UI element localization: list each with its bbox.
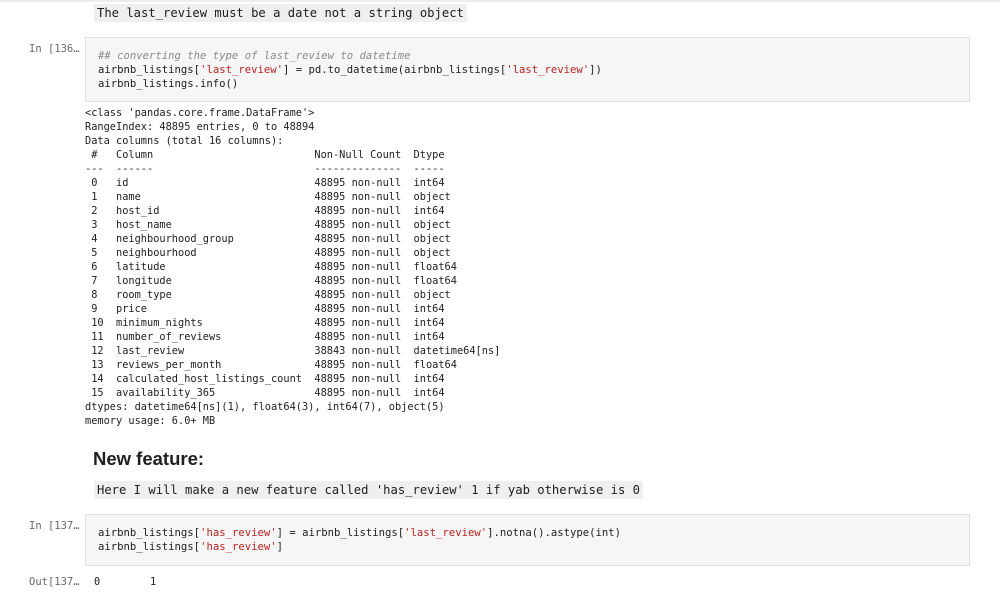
code-token: airbnb_listings.info() — [98, 78, 239, 90]
code-token: ] = airbnb_listings[ — [276, 527, 405, 539]
code-line: airbnb_listings['last_review'] = pd.to_d… — [98, 63, 602, 77]
top-divider — [0, 0, 1000, 2]
code-string: 'has_review' — [200, 541, 277, 553]
code-line: airbnb_listings['has_review'] — [98, 540, 283, 554]
series-index: 0 — [94, 576, 101, 588]
code-comment: ## converting the type of last_review to… — [98, 50, 411, 62]
code-string: 'last_review' — [404, 527, 488, 539]
cell-output-text: <class 'pandas.core.frame.DataFrame'> Ra… — [85, 107, 501, 427]
output-prompt: Out[137… — [29, 576, 80, 588]
code-token: airbnb_listings[ — [98, 541, 201, 553]
markdown-inline-code: Here I will make a new feature called 'h… — [94, 481, 643, 499]
code-line: airbnb_listings['has_review'] = airbnb_l… — [98, 526, 621, 540]
code-string: 'has_review' — [200, 527, 277, 539]
code-string: 'last_review' — [200, 64, 283, 76]
code-cell-input[interactable]: ## converting the type of last_review to… — [85, 37, 970, 102]
series-value: 1 — [150, 576, 157, 588]
code-token: airbnb_listings[ — [98, 64, 201, 76]
code-token: ]) — [589, 64, 602, 76]
code-token: ] = pd.to_datetime(airbnb_listings[ — [282, 64, 507, 76]
code-line: ## converting the type of last_review to… — [98, 49, 411, 63]
markdown-heading: New feature: — [93, 448, 205, 469]
code-line: airbnb_listings.info() — [98, 77, 238, 91]
code-token: ].notna().astype(int) — [487, 527, 622, 539]
input-prompt: In [137… — [29, 520, 80, 532]
code-cell-input[interactable]: airbnb_listings['has_review'] = airbnb_l… — [85, 514, 970, 566]
code-string: 'last_review' — [506, 64, 590, 76]
code-token: ] — [276, 541, 283, 553]
markdown-inline-code: The last_review must be a date not a str… — [94, 4, 467, 22]
input-prompt: In [136… — [29, 43, 80, 55]
code-token: airbnb_listings[ — [98, 527, 201, 539]
